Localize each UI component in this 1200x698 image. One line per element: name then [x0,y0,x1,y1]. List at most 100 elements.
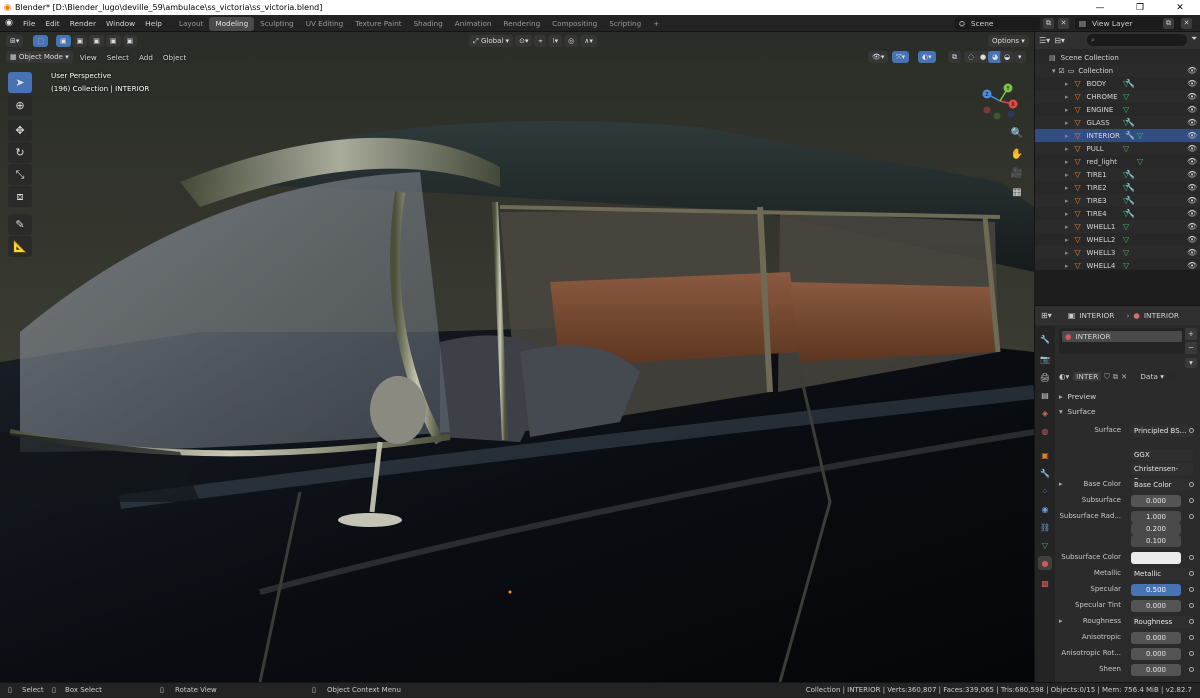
preview-panel-header[interactable]: ▸ Preview [1059,392,1096,401]
mesh-data-icon[interactable]: ▽ [1123,196,1129,205]
scene-selector[interactable]: ⛭ Scene [955,17,1040,30]
mesh-data-icon[interactable]: ▽ [1123,235,1129,244]
scale-tool-icon[interactable]: ⤡ [8,164,32,185]
mesh-data-icon[interactable]: ▽ [1123,105,1129,114]
selection-mode-subtract-icon[interactable]: ▣ [89,34,104,47]
mesh-data-icon[interactable]: ▽ [1123,79,1129,88]
cursor-tool-icon[interactable]: ⊕ [8,95,32,116]
texture-tab-icon[interactable]: ▩ [1038,576,1052,590]
select-box-tool-icon[interactable]: ⬚ [33,34,49,47]
tab-texture-paint[interactable]: Texture Paint [349,17,407,31]
annotate-tool-icon[interactable]: ✎ [8,214,32,235]
overlays-toggle-icon[interactable]: ◐▾ [918,51,936,63]
mesh-data-icon[interactable]: ▽ [1123,222,1129,231]
outliner-item-glass[interactable]: ▸ ▽ GLASS 🔧 ▽ 👁 [1035,116,1200,129]
visibility-eye-icon[interactable]: 👁 [1187,118,1197,127]
menu-file[interactable]: File [18,15,40,32]
link-dropdown[interactable]: Data ▾ [1137,372,1180,381]
maximize-button[interactable]: ❐ [1120,0,1160,15]
expand-arrow-icon[interactable]: ▸ [1065,106,1069,114]
outliner-scene-collection[interactable]: ▤ Scene Collection [1035,51,1200,64]
outliner-item-whell2[interactable]: ▸ ▽ WHELL2 ▽ 👁 [1035,233,1200,246]
navigation-gizmo[interactable]: X Y Z [975,74,1025,124]
outliner-item-tire2[interactable]: ▸ ▽ TIRE2 🔧 ▽ 👁 [1035,181,1200,194]
expand-arrow-icon[interactable]: ▸ [1065,210,1069,218]
expand-arrow-icon[interactable]: ▸ [1059,477,1063,492]
shader-field-value[interactable]: 0.000 [1131,647,1181,660]
expand-arrow-icon[interactable]: ▸ [1065,197,1069,205]
shader-field-value[interactable]: Roughness [1131,615,1193,628]
xray-toggle-icon[interactable]: ⧉ [948,51,961,63]
world-tab-icon[interactable]: ◍ [1038,424,1052,438]
menu-edit[interactable]: Edit [40,15,64,32]
modifier-icon[interactable]: 🔧 [1125,131,1135,140]
menu-add[interactable]: Add [134,53,158,62]
proportional-edit-icon[interactable]: ◎ [564,34,579,47]
visibility-eye-icon[interactable]: 👁 [1187,222,1197,231]
snap-target-icon[interactable]: ⁞▾ [548,34,563,47]
shader-field-value[interactable]: 0.000 [1131,631,1181,644]
add-workspace-icon[interactable]: + [647,17,665,31]
pan-view-icon[interactable]: ✋ [1007,145,1027,163]
surface-panel-header[interactable]: ▾ Surface [1059,407,1096,416]
material-slot-item[interactable]: ● INTERIOR [1062,331,1182,342]
material-slot-list[interactable]: ● INTERIOR [1059,328,1185,354]
shader-field-value[interactable] [1131,551,1181,564]
shading-rendered-icon[interactable]: ◒ [1000,51,1015,63]
physics-tab-icon[interactable]: ◉ [1038,502,1052,516]
scene-tab-icon[interactable]: ◈ [1038,406,1052,420]
outliner-editor-icon[interactable]: ☰▾ [1039,36,1050,45]
selection-mode-new-icon[interactable]: ▣ [56,34,71,47]
outliner-item-whell1[interactable]: ▸ ▽ WHELL1 ▽ 👁 [1035,220,1200,233]
tool-tab-icon[interactable]: 🔧 [1038,332,1052,346]
tab-shading[interactable]: Shading [408,17,449,31]
delete-scene-icon[interactable]: ✕ [1058,18,1069,29]
visibility-eye-icon[interactable]: 👁 [1187,261,1197,270]
perspective-toggle-icon[interactable]: ▦ [1007,183,1027,201]
outliner-item-tire3[interactable]: ▸ ▽ TIRE3 🔧 ▽ 👁 [1035,194,1200,207]
blender-menu-icon[interactable]: ◉ [0,18,18,28]
mesh-data-icon[interactable]: ▽ [1123,248,1129,257]
duplicate-material-icon[interactable]: ⧉ [1113,372,1118,382]
visibility-eye-icon[interactable]: 👁 [1187,248,1197,257]
visibility-eye-icon[interactable]: 👁 [1187,209,1197,218]
visibility-eye-icon[interactable]: 👁 [1187,235,1197,244]
collection-checkbox-icon[interactable]: ☑ [1059,67,1065,75]
material-tab-icon[interactable]: ● [1038,556,1052,570]
view-layer-tab-icon[interactable]: ▤ [1038,388,1052,402]
select-tool-icon[interactable]: ➤ [8,72,32,93]
move-tool-icon[interactable]: ✥ [8,120,32,141]
measure-tool-icon[interactable]: 📐 [8,236,32,257]
mesh-data-icon[interactable]: ▽ [1123,183,1129,192]
falloff-icon[interactable]: ∧▾ [580,34,597,47]
outliner-item-interior[interactable]: ▸ ▽ INTERIOR 🔧 ▽ 👁 [1035,129,1200,142]
expand-arrow-icon[interactable]: ▸ [1065,119,1069,127]
shader-field-value[interactable]: 0.500 [1131,583,1181,596]
options-dropdown[interactable]: Options ▾ [988,34,1029,47]
expand-arrow-icon[interactable]: ▸ [1065,158,1069,166]
zoom-view-icon[interactable]: 🔍 [1007,124,1027,142]
outliner-item-chrome[interactable]: ▸ ▽ CHROME ▽ 👁 [1035,90,1200,103]
visibility-eye-icon[interactable]: 👁 [1187,157,1197,166]
visibility-eye-icon[interactable]: 👁 [1187,170,1197,179]
delete-view-layer-icon[interactable]: ✕ [1181,18,1192,29]
outliner-item-tire1[interactable]: ▸ ▽ TIRE1 🔧 ▽ 👁 [1035,168,1200,181]
menu-window[interactable]: Window [101,15,140,32]
visibility-eye-icon[interactable]: 👁 [1187,144,1197,153]
minimize-button[interactable]: — [1080,0,1120,15]
visibility-eye-icon[interactable]: 👁 [1187,183,1197,192]
menu-select[interactable]: Select [102,53,134,62]
shader-field-value[interactable]: 0.000 [1131,599,1181,612]
mesh-data-icon[interactable]: ▽ [1137,131,1143,140]
3d-viewport[interactable]: ⊞▾ ⬚ ▣ ▣ ▣ ▣ ▣ ⤢ Global ▾ ⊙▾ ⌖ ⁞▾ ◎ ∧▾ O… [0,32,1034,682]
selection-mode-invert-icon[interactable]: ▣ [105,34,121,47]
rotate-tool-icon[interactable]: ↻ [8,142,32,163]
menu-view[interactable]: View [75,53,102,62]
outliner-item-whell3[interactable]: ▸ ▽ WHELL3 ▽ 👁 [1035,246,1200,259]
visibility-eye-icon[interactable]: 👁 [1187,79,1197,88]
tab-layout[interactable]: Layout [173,17,209,31]
remove-slot-button[interactable]: − [1185,342,1197,354]
menu-render[interactable]: Render [65,15,101,32]
transform-tool-icon[interactable]: ⧈ [8,186,32,207]
mesh-data-icon[interactable]: ▽ [1137,157,1143,166]
